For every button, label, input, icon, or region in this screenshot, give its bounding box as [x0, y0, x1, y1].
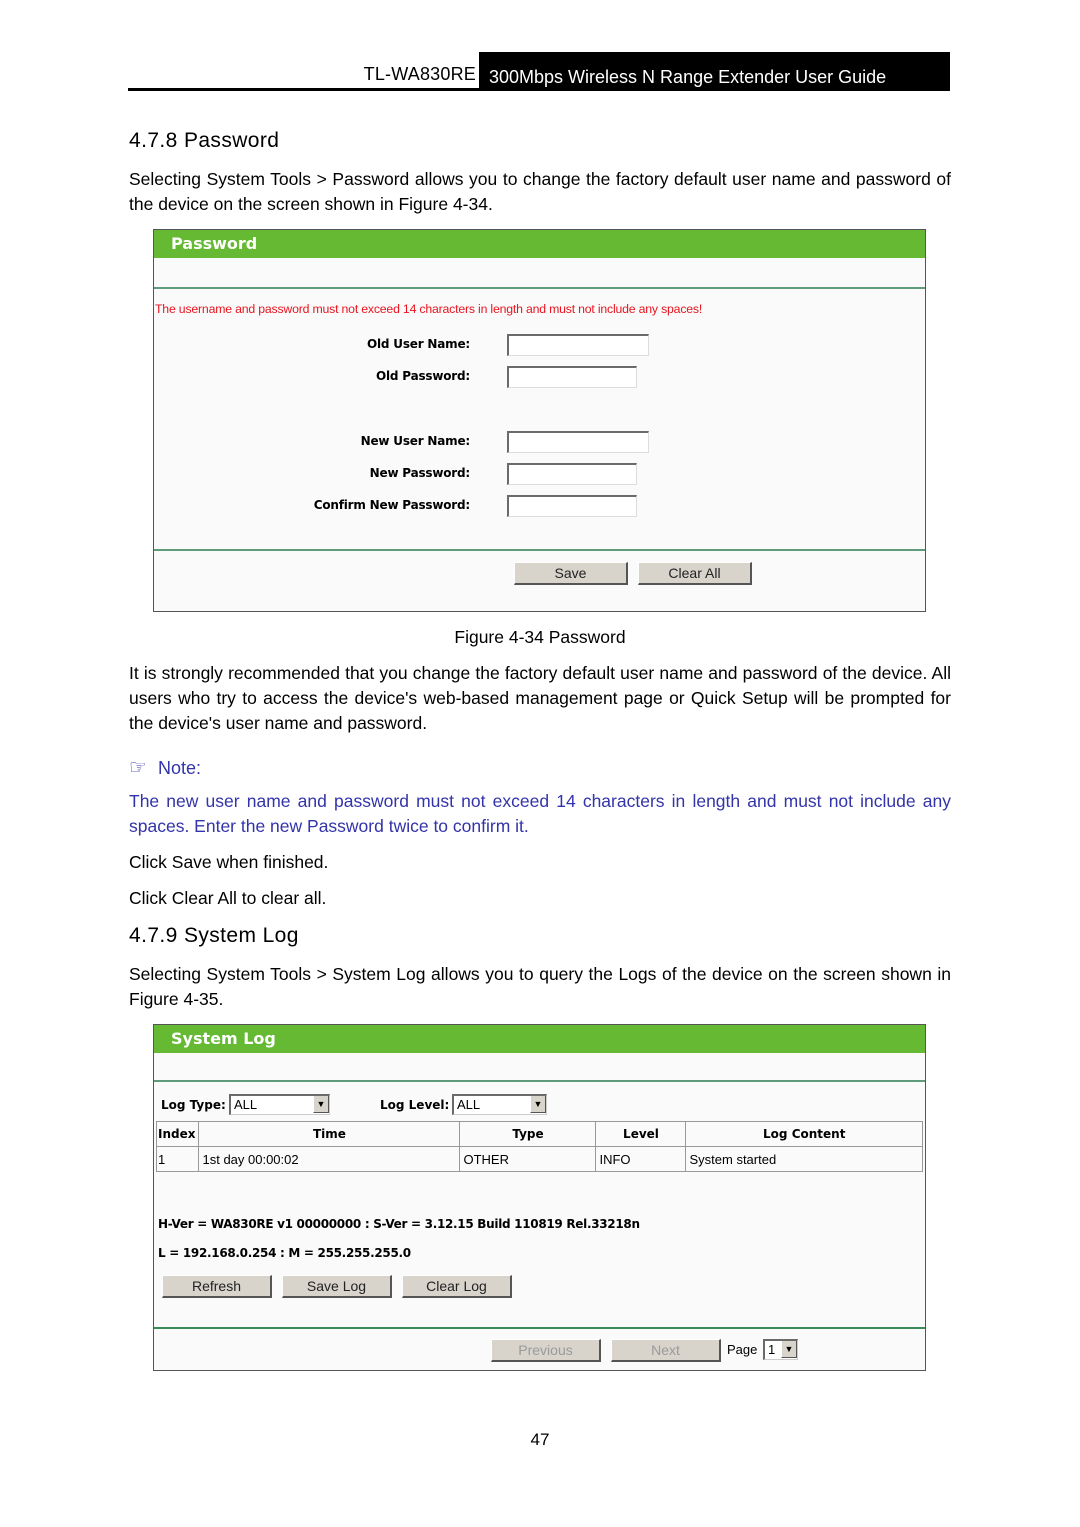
password-panel-title: Password [154, 230, 925, 258]
cell-index: 1 [156, 1146, 199, 1172]
password-recommendation: It is strongly recommended that you chan… [129, 663, 951, 733]
previous-button[interactable]: Previous [491, 1339, 601, 1362]
cell-log-content: System started [685, 1146, 923, 1172]
password-intro: Selecting System Tools > Password allows… [129, 169, 951, 214]
note-label: Note: [157, 758, 201, 778]
refresh-button[interactable]: Refresh [162, 1275, 272, 1298]
header-model: TL-WA830RE [363, 64, 476, 84]
password-panel: Password The username and password must … [153, 229, 926, 612]
new-password-input[interactable] [507, 463, 637, 485]
page-select[interactable]: 1 ▼ [763, 1339, 798, 1360]
page-label: Page [727, 1342, 758, 1357]
log-level-value: ALL [457, 1097, 481, 1112]
header-rule [128, 88, 950, 91]
clear-log-button[interactable]: Clear Log [402, 1275, 512, 1298]
old-password-label: Old Password: [376, 369, 470, 383]
system-log-intro: Selecting System Tools > System Log allo… [129, 964, 951, 1009]
log-level-select[interactable]: ALL ▼ [452, 1094, 547, 1115]
cell-level: INFO [595, 1146, 686, 1172]
confirm-password-input[interactable] [507, 495, 637, 517]
version-info: H-Ver = WA830RE v1 00000000 : S-Ver = 3.… [158, 1217, 640, 1231]
page-value: 1 [768, 1342, 776, 1357]
log-type-label: Log Type: [161, 1098, 226, 1112]
save-log-button[interactable]: Save Log [282, 1275, 392, 1298]
click-clear-text: Click Clear All to clear all. [129, 888, 327, 908]
column-header-level: Level [595, 1121, 686, 1146]
dropdown-arrow-icon[interactable]: ▼ [313, 1096, 329, 1113]
note-text: The new user name and password must not … [129, 791, 951, 836]
system-log-panel-title: System Log [154, 1025, 925, 1053]
new-username-label: New User Name: [360, 434, 471, 448]
next-button[interactable]: Next [611, 1339, 721, 1362]
page-number: 47 [530, 1430, 550, 1449]
click-save-text: Click Save when finished. [129, 852, 329, 872]
cell-time: 1st day 00:00:02 [198, 1146, 460, 1172]
lan-info: L = 192.168.0.254 : M = 255.255.255.0 [158, 1246, 411, 1260]
old-username-label: Old User Name: [367, 337, 470, 351]
log-type-value: ALL [234, 1097, 258, 1112]
dropdown-arrow-icon[interactable]: ▼ [781, 1341, 797, 1358]
column-header-time: Time [198, 1121, 460, 1146]
log-table-header-row: Index Time Type Level Log Content [156, 1121, 923, 1146]
divider [154, 1327, 925, 1329]
clear-all-button[interactable]: Clear All [638, 562, 752, 585]
confirm-password-label: Confirm New Password: [313, 498, 470, 512]
section-heading-password: 4.7.8 Password [129, 129, 280, 152]
column-header-log-content: Log Content [685, 1121, 923, 1146]
save-button[interactable]: Save [514, 562, 628, 585]
divider [154, 549, 925, 551]
new-password-label: New Password: [369, 466, 471, 480]
dropdown-arrow-icon[interactable]: ▼ [530, 1096, 546, 1113]
system-log-panel: System Log Log Type: ALL ▼ Log Level: AL… [153, 1024, 926, 1371]
header-guide-title: 300Mbps Wireless N Range Extender User G… [479, 52, 950, 90]
cell-type: OTHER [459, 1146, 596, 1172]
note-header: ☞ Note: [129, 755, 201, 779]
column-header-index: Index [156, 1121, 199, 1146]
column-header-type: Type [459, 1121, 596, 1146]
password-warning: The username and password must not excee… [155, 302, 703, 316]
figure-caption-password: Figure 4-34 Password [454, 627, 626, 647]
log-type-select[interactable]: ALL ▼ [229, 1094, 330, 1115]
pointing-hand-icon: ☞ [129, 755, 147, 779]
section-heading-system-log: 4.7.9 System Log [129, 924, 299, 947]
log-table: Index Time Type Level Log Content 1 1st … [156, 1121, 923, 1172]
table-row: 1 1st day 00:00:02 OTHER INFO System sta… [156, 1146, 923, 1172]
divider [154, 287, 925, 289]
new-username-input[interactable] [507, 431, 649, 453]
old-username-input[interactable] [507, 334, 649, 356]
log-level-label: Log Level: [380, 1098, 450, 1112]
divider [154, 1080, 925, 1082]
old-password-input[interactable] [507, 366, 637, 388]
